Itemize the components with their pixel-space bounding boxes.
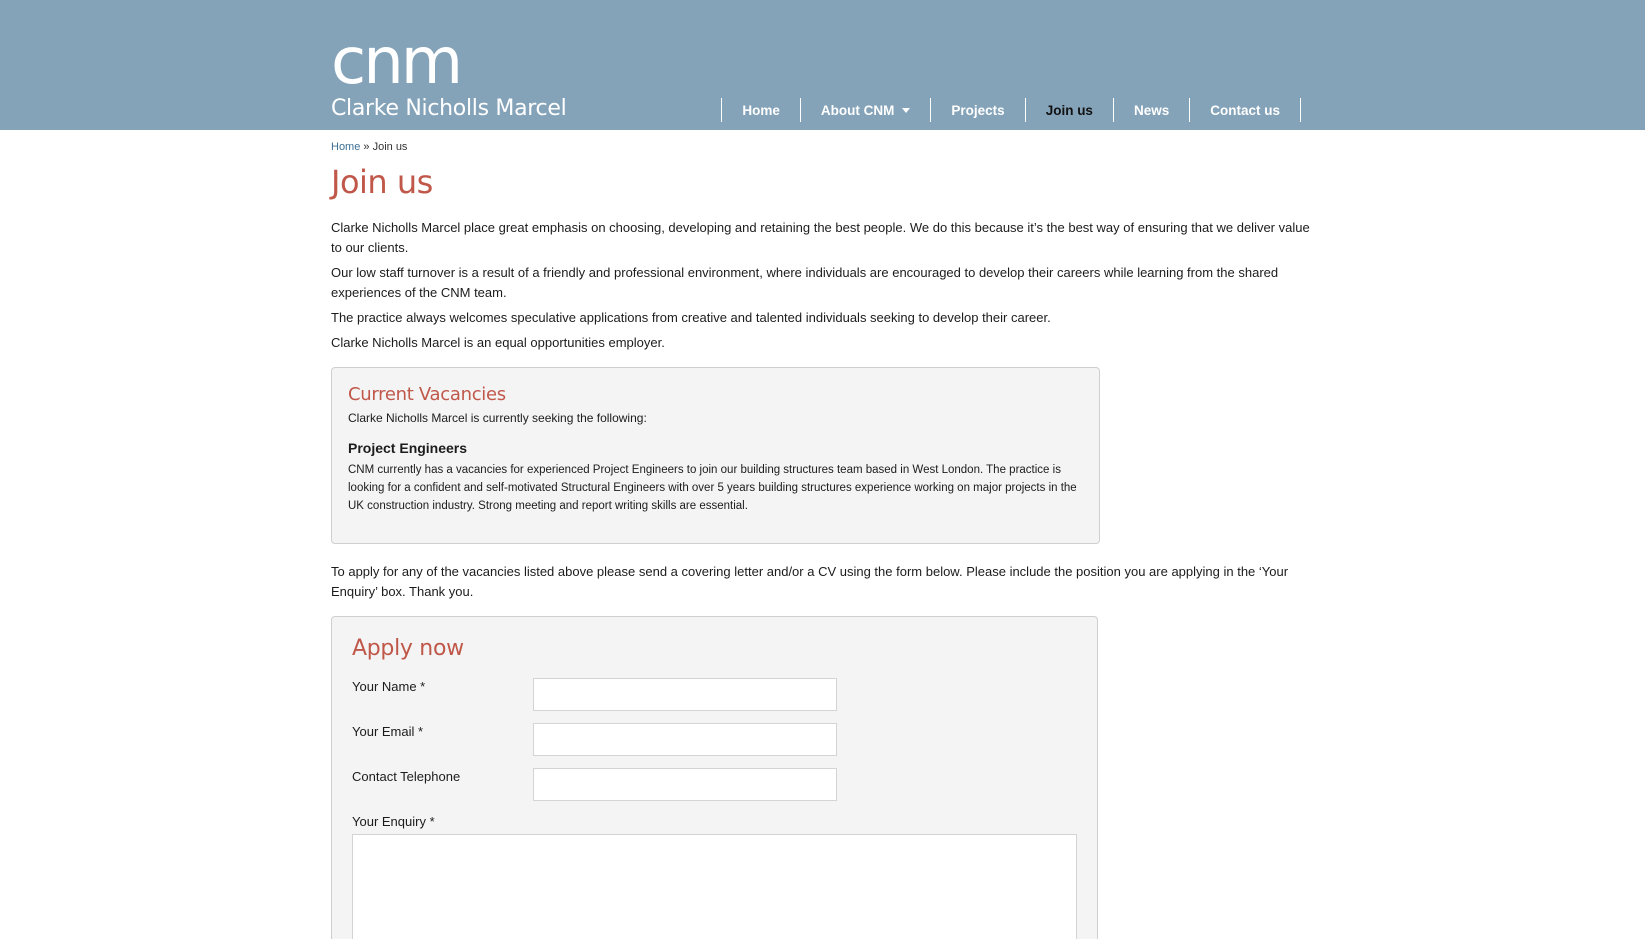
nav-item-about-cnm[interactable]: About CNM	[799, 98, 930, 122]
vacancy-description: CNM currently has a vacancies for experi…	[348, 464, 1077, 512]
nav-item-label: Home	[742, 102, 780, 118]
phone-label: Contact Telephone	[352, 769, 461, 784]
intro-text: Clarke Nicholls Marcel place great empha…	[331, 218, 1311, 353]
vacancy-title: Project Engineers	[348, 440, 468, 456]
enquiry-textarea[interactable]	[352, 834, 1077, 939]
dropdown-caret-icon	[902, 108, 911, 113]
nav-item-label: Projects	[951, 102, 1005, 118]
main-content: Home » Join us Join us Clarke Nicholls M…	[331, 130, 1311, 939]
page-title: Join us	[331, 163, 433, 201]
vacancies-panel: Current Vacancies Clarke Nicholls Marcel…	[331, 367, 1100, 544]
vacancies-intro: Clarke Nicholls Marcel is currently seek…	[348, 411, 647, 425]
email-label: Your Email *	[352, 724, 424, 739]
main-nav: Home About CNM Projects Join us News Con…	[721, 98, 1301, 122]
apply-form-heading: Apply now	[352, 636, 464, 661]
form-row-email: Your Email *	[352, 723, 1077, 768]
form-row-phone: Contact Telephone	[352, 768, 1077, 813]
nav-item-projects[interactable]: Projects	[930, 98, 1024, 122]
vacancies-heading: Current Vacancies	[348, 384, 506, 405]
site-header: cnm Clarke Nicholls Marcel Home About CN…	[0, 0, 1645, 130]
nav-item-label: Join us	[1045, 102, 1093, 118]
name-label: Your Name *	[352, 679, 426, 694]
intro-paragraph: Clarke Nicholls Marcel place great empha…	[331, 220, 1310, 255]
nav-item-join-us[interactable]: Join us	[1024, 98, 1113, 122]
enquiry-label: Your Enquiry *	[352, 814, 435, 829]
phone-input[interactable]	[533, 768, 837, 801]
nav-item-label: About CNM	[820, 102, 895, 118]
apply-instructions: To apply for any of the vacancies listed…	[331, 564, 1289, 599]
nav-item-home[interactable]: Home	[721, 98, 800, 122]
breadcrumb: Home » Join us	[331, 141, 1311, 153]
intro-paragraph: Our low staff turnover is a result of a …	[331, 265, 1279, 300]
nav-item-contact-us[interactable]: Contact us	[1189, 98, 1301, 122]
site-logo[interactable]: cnm Clarke Nicholls Marcel	[331, 25, 567, 122]
logo-mark: cnm	[331, 25, 463, 99]
breadcrumb-home-link[interactable]: Home	[331, 141, 360, 153]
nav-item-label: News	[1133, 102, 1170, 118]
form-row-name: Your Name *	[352, 678, 1077, 723]
intro-paragraph: The practice always welcomes speculative…	[331, 310, 1051, 325]
nav-item-label: Contact us	[1210, 102, 1280, 118]
breadcrumb-current: Join us	[372, 141, 408, 153]
name-input[interactable]	[533, 678, 837, 711]
intro-paragraph: Clarke Nicholls Marcel is an equal oppor…	[331, 335, 665, 350]
nav-item-news[interactable]: News	[1112, 98, 1189, 122]
email-input[interactable]	[533, 723, 837, 756]
logo-company-name: Clarke Nicholls Marcel	[331, 96, 567, 121]
breadcrumb-separator: »	[360, 141, 373, 153]
apply-form: Apply now Your Name * Your Email * Conta…	[331, 616, 1098, 939]
